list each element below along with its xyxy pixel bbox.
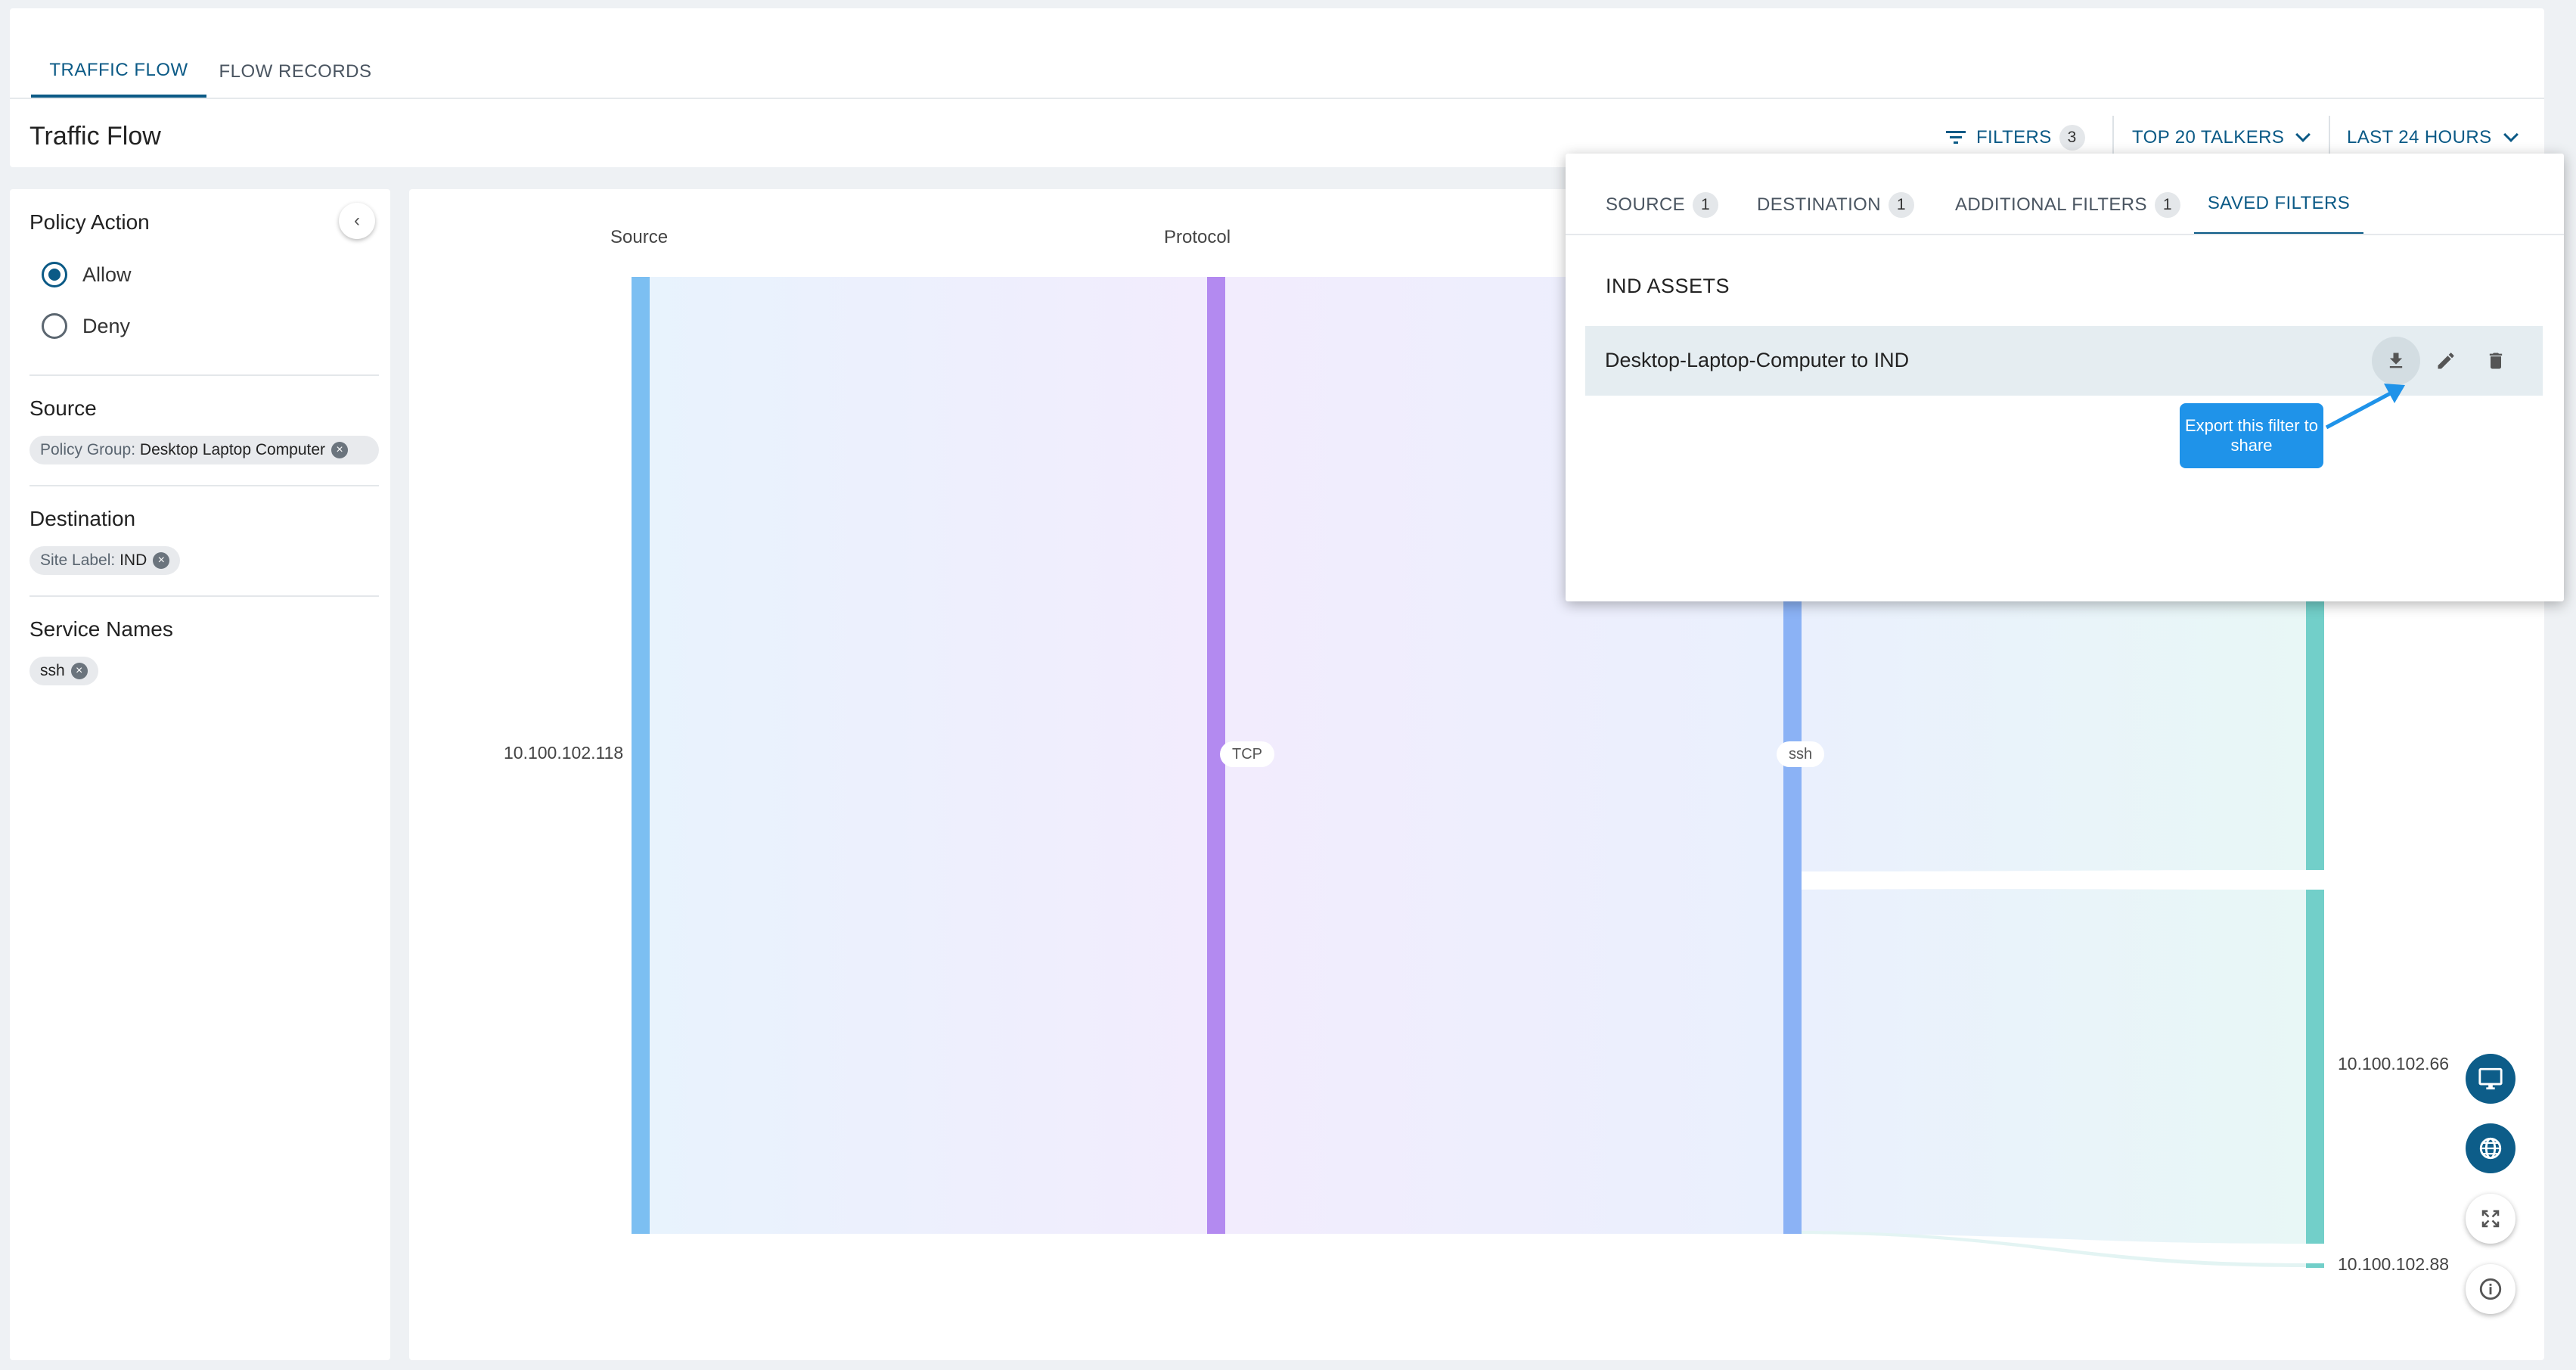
node-label-protocol: TCP [1220, 741, 1274, 767]
info-icon [2479, 1278, 2502, 1300]
remove-chip-icon[interactable]: × [70, 663, 88, 679]
section-divider [29, 595, 379, 597]
export-tooltip: Export this filter to share [2180, 403, 2323, 468]
column-header-protocol: Protocol [1164, 227, 1231, 247]
section-divider [29, 374, 379, 376]
ptab-count-badge: 1 [1888, 192, 1914, 218]
filters-label: FILTERS [1976, 127, 2052, 148]
remove-chip-icon[interactable]: × [153, 552, 170, 569]
chip-value: ssh [40, 662, 65, 679]
node-source[interactable] [632, 277, 650, 1234]
radio-checked-icon [42, 262, 67, 287]
radio-allow[interactable]: Allow [42, 262, 132, 287]
top-talkers-dropdown[interactable]: TOP 20 TALKERS [2132, 119, 2323, 157]
chip-key: Policy Group: [40, 441, 136, 458]
filter-sidebar: Policy Action Allow Deny Source Policy G… [10, 189, 390, 1360]
radio-allow-label: Allow [82, 263, 132, 286]
chip-value: Desktop Laptop Computer [139, 441, 326, 458]
ptab-label: SOURCE [1606, 194, 1686, 215]
edit-icon [2438, 353, 2454, 369]
popover-tabs-divider [1566, 234, 2564, 235]
chip-key: Site Label: [40, 551, 116, 569]
fullscreen-button[interactable] [2466, 1194, 2515, 1244]
time-range-dropdown[interactable]: LAST 24 HOURS [2347, 119, 2533, 157]
delete-icon [2489, 353, 2503, 369]
remove-chip-icon[interactable]: × [331, 442, 349, 458]
node-label-dest-88: 10.100.102.88 [2338, 1254, 2450, 1274]
saved-filter-name: Desktop-Laptop-Computer to IND [1605, 349, 1910, 371]
ptab-label: DESTINATION [1757, 194, 1881, 215]
edit-filter-button[interactable] [2422, 337, 2470, 385]
ptab-label: SAVED FILTERS [2207, 193, 2351, 213]
ptab-label: ADDITIONAL FILTERS [1955, 194, 2147, 215]
tab-flow-records[interactable]: FLOW RECORDS [214, 46, 377, 98]
page-title: Traffic Flow [29, 122, 161, 151]
chevron-left-icon: ‹ [354, 210, 360, 231]
download-icon [2389, 353, 2403, 368]
radio-deny[interactable]: Deny [42, 313, 130, 339]
delete-filter-button[interactable] [2472, 337, 2520, 385]
radio-unchecked-icon [42, 313, 67, 339]
node-label-service: ssh [1777, 741, 1825, 767]
section-divider [29, 485, 379, 486]
node-label-dest-66: 10.100.102.66 [2338, 1054, 2450, 1073]
ptab-saved-filters[interactable]: SAVED FILTERS [2194, 175, 2363, 235]
filters-count-badge: 3 [2059, 125, 2085, 151]
tooltip-arrow [2325, 384, 2405, 430]
collapse-sidebar-button[interactable]: ‹ [339, 203, 375, 239]
globe-view-button[interactable] [2466, 1123, 2515, 1173]
source-chip[interactable]: Policy Group: Desktop Laptop Computer × [29, 436, 379, 464]
policy-action-label: Policy Action [29, 210, 150, 234]
chevron-down-icon [2503, 127, 2519, 142]
monitor-view-button[interactable] [2466, 1054, 2515, 1104]
source-label: Source [29, 396, 97, 420]
saved-filter-group-title: IND ASSETS [1606, 275, 1730, 297]
destination-chip[interactable]: Site Label: IND × [29, 546, 181, 575]
node-dest-88[interactable] [2306, 1263, 2324, 1268]
link-service-dest-66-lower[interactable] [1802, 889, 2306, 1244]
tab-traffic-flow[interactable]: TRAFFIC FLOW [31, 46, 206, 98]
monitor-icon [2478, 1067, 2503, 1090]
node-label-source: 10.100.102.118 [504, 743, 624, 763]
ptab-count-badge: 1 [1693, 192, 1719, 218]
chevron-down-icon [2295, 127, 2311, 142]
ptab-destination[interactable]: DESTINATION 1 [1757, 175, 1914, 235]
column-header-source: Source [610, 227, 669, 247]
tabs-divider [10, 98, 2544, 99]
info-button[interactable] [2466, 1264, 2515, 1314]
node-dest-66-lower[interactable] [2306, 890, 2324, 1244]
destination-label: Destination [29, 507, 136, 530]
ptab-additional-filters[interactable]: ADDITIONAL FILTERS 1 [1955, 175, 2180, 235]
time-range-label: LAST 24 HOURS [2347, 127, 2492, 148]
filters-button[interactable]: FILTERS 3 [1946, 119, 2101, 157]
ptab-count-badge: 1 [2154, 192, 2180, 218]
service-names-label: Service Names [29, 617, 173, 641]
fullscreen-icon [2481, 1210, 2500, 1228]
ptab-source[interactable]: SOURCE 1 [1606, 175, 1719, 235]
top-talkers-label: TOP 20 TALKERS [2132, 127, 2285, 148]
radio-deny-label: Deny [82, 314, 131, 337]
chip-value: IND [119, 551, 147, 569]
filters-popover: SOURCE 1 DESTINATION 1 ADDITIONAL FILTER… [1566, 154, 2564, 601]
globe-icon [2479, 1137, 2502, 1160]
service-chip[interactable]: ssh × [29, 657, 98, 685]
header-card: TRAFFIC FLOW FLOW RECORDS Traffic Flow F… [10, 8, 2544, 167]
filter-icon [1946, 129, 1966, 146]
link-source-protocol[interactable] [650, 277, 1207, 1234]
